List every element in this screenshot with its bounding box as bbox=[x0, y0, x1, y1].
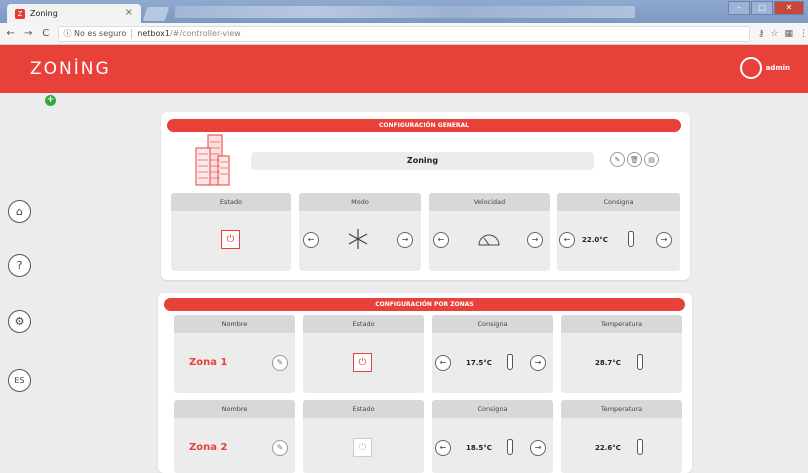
zone2-power-button[interactable]: ⏻ bbox=[353, 438, 372, 457]
general-config-card: CONFIGURACIÓN GENERAL Zoning ✎ 🗑 ▤ Estad… bbox=[161, 112, 690, 280]
browser-tabbar: Z Zoning × – □ ✕ bbox=[0, 0, 808, 23]
mode-next-button[interactable]: → bbox=[397, 232, 413, 248]
calendar-icon[interactable]: ▤ bbox=[644, 152, 659, 167]
general-velocidad-panel: Velocidad ← → bbox=[429, 193, 550, 271]
general-consigna-header: Consigna bbox=[557, 193, 680, 211]
general-actions: ✎ 🗑 ▤ bbox=[610, 152, 659, 167]
general-estado-header: Estado bbox=[171, 193, 291, 211]
general-velocidad-header: Velocidad bbox=[429, 193, 550, 211]
close-window-button[interactable]: ✕ bbox=[774, 1, 804, 15]
zone1-consigna-header: Consigna bbox=[432, 315, 553, 333]
edit-pencil-icon[interactable]: ✎ bbox=[610, 152, 625, 167]
browser-tab[interactable]: Z Zoning × bbox=[7, 4, 141, 23]
sidebar: ⌂ ? ⚙ ES bbox=[0, 93, 38, 473]
settings-gear-icon[interactable]: ⚙ bbox=[8, 310, 31, 333]
general-power-button[interactable]: ⏻ bbox=[221, 230, 240, 249]
general-config-title: CONFIGURACIÓN GENERAL bbox=[167, 119, 681, 132]
zone1-consigna-panel: Consigna ← 17.5°C → bbox=[432, 315, 553, 393]
user-name: admin bbox=[765, 64, 790, 72]
zone1-edit-pencil-icon[interactable]: ✎ bbox=[272, 355, 288, 371]
zone1-nombre-panel: Nombre Zona 1 ✎ bbox=[174, 315, 295, 393]
zone2-edit-pencil-icon[interactable]: ✎ bbox=[272, 440, 288, 456]
minimize-button[interactable]: – bbox=[728, 1, 750, 15]
zone1-consigna-decrease-button[interactable]: ← bbox=[435, 355, 451, 371]
tab-title: Zoning bbox=[30, 9, 58, 18]
zone1-thermometer-icon bbox=[507, 354, 513, 370]
bookmark-star-icon[interactable]: ☆ bbox=[770, 29, 778, 39]
general-consigna-panel: Consigna ← 22.0°C → bbox=[557, 193, 680, 271]
zone2-temperatura-panel: Temperatura 22.6°C bbox=[561, 400, 682, 473]
menu-icon[interactable]: ⋮ bbox=[799, 29, 808, 39]
fan-speed-icon bbox=[478, 234, 500, 246]
zone1-consigna-value: 17.5°C bbox=[466, 359, 492, 367]
zone2-consigna-panel: Consigna ← 18.5°C → bbox=[432, 400, 553, 473]
user-avatar-icon bbox=[739, 57, 762, 79]
app-header: ZONİNG admin bbox=[0, 45, 808, 93]
connection-status-icon: + bbox=[45, 95, 56, 106]
zone2-name: Zona 2 bbox=[189, 442, 228, 453]
consigna-decrease-button[interactable]: ← bbox=[559, 232, 575, 248]
general-modo-panel: Modo ← → bbox=[299, 193, 421, 271]
maximize-button[interactable]: □ bbox=[751, 1, 773, 15]
zone1-temp-thermometer-icon bbox=[637, 354, 643, 370]
zone1-power-button[interactable]: ⏻ bbox=[353, 353, 372, 372]
zone2-thermometer-icon bbox=[507, 439, 513, 455]
tab-favicon-icon: Z bbox=[15, 8, 25, 19]
zone2-temperatura-value: 22.6°C bbox=[595, 444, 621, 452]
tabbar-background bbox=[175, 6, 635, 18]
speed-prev-button[interactable]: ← bbox=[433, 232, 449, 248]
help-icon[interactable]: ? bbox=[8, 254, 31, 277]
zones-config-card: CONFIGURACIÓN POR ZONAS Nombre Zona 1 ✎ … bbox=[158, 293, 692, 473]
zone2-consigna-header: Consigna bbox=[432, 400, 553, 418]
home-icon[interactable]: ⌂ bbox=[8, 200, 31, 223]
zone2-estado-header: Estado bbox=[303, 400, 424, 418]
building-icon bbox=[195, 134, 230, 186]
zone2-temp-thermometer-icon bbox=[637, 439, 643, 455]
zone2-temperatura-header: Temperatura bbox=[561, 400, 682, 418]
general-estado-panel: Estado ⏻ bbox=[171, 193, 291, 271]
thermometer-icon bbox=[628, 231, 634, 247]
zone1-nombre-header: Nombre bbox=[174, 315, 295, 333]
omnibox-divider bbox=[131, 28, 133, 39]
snowflake-icon bbox=[348, 229, 368, 249]
zone1-name: Zona 1 bbox=[189, 357, 228, 368]
new-tab-button[interactable] bbox=[142, 7, 170, 21]
zone2-consigna-increase-button[interactable]: → bbox=[530, 440, 546, 456]
general-zone-name: Zoning bbox=[251, 152, 594, 170]
user-menu[interactable]: admin bbox=[739, 57, 790, 79]
url-path: /#/controller-view bbox=[169, 29, 241, 38]
security-indicator[interactable]: ⓘ No es seguro bbox=[63, 28, 126, 39]
general-consigna-value: 22.0°C bbox=[582, 236, 608, 244]
zone1-estado-panel: Estado ⏻ bbox=[303, 315, 424, 393]
window-controls: – □ ✕ bbox=[728, 1, 804, 15]
speed-next-button[interactable]: → bbox=[527, 232, 543, 248]
zone1-consigna-increase-button[interactable]: → bbox=[530, 355, 546, 371]
zone2-estado-panel: Estado ⏻ bbox=[303, 400, 424, 473]
general-modo-header: Modo bbox=[299, 193, 421, 211]
zone2-consigna-value: 18.5°C bbox=[466, 444, 492, 452]
back-button[interactable]: ← bbox=[4, 28, 17, 39]
address-bar-icons: ⚷ ☆ ▦ ⋮ bbox=[758, 29, 808, 39]
tab-close-icon[interactable]: × bbox=[125, 7, 133, 18]
zone1-temperatura-header: Temperatura bbox=[561, 315, 682, 333]
address-bar: ← → C ⓘ No es seguro netbox1 /#/controll… bbox=[0, 23, 808, 45]
url-input[interactable]: ⓘ No es seguro netbox1 /#/controller-vie… bbox=[58, 25, 750, 42]
key-icon[interactable]: ⚷ bbox=[758, 29, 765, 39]
reload-button[interactable]: C bbox=[39, 28, 52, 39]
mode-prev-button[interactable]: ← bbox=[303, 232, 319, 248]
zone1-temperatura-panel: Temperatura 28.7°C bbox=[561, 315, 682, 393]
zone1-estado-header: Estado bbox=[303, 315, 424, 333]
language-button[interactable]: ES bbox=[8, 369, 31, 392]
zone2-consigna-decrease-button[interactable]: ← bbox=[435, 440, 451, 456]
forward-button[interactable]: → bbox=[21, 28, 34, 39]
zone2-nombre-header: Nombre bbox=[174, 400, 295, 418]
url-host: netbox1 bbox=[137, 29, 170, 38]
zones-config-title: CONFIGURACIÓN POR ZONAS bbox=[164, 298, 685, 311]
app-logo: ZONİNG bbox=[30, 59, 111, 79]
zone2-nombre-panel: Nombre Zona 2 ✎ bbox=[174, 400, 295, 473]
extension-icon[interactable]: ▦ bbox=[785, 29, 794, 39]
delete-trash-icon[interactable]: 🗑 bbox=[627, 152, 642, 167]
consigna-increase-button[interactable]: → bbox=[656, 232, 672, 248]
zone1-temperatura-value: 28.7°C bbox=[595, 359, 621, 367]
